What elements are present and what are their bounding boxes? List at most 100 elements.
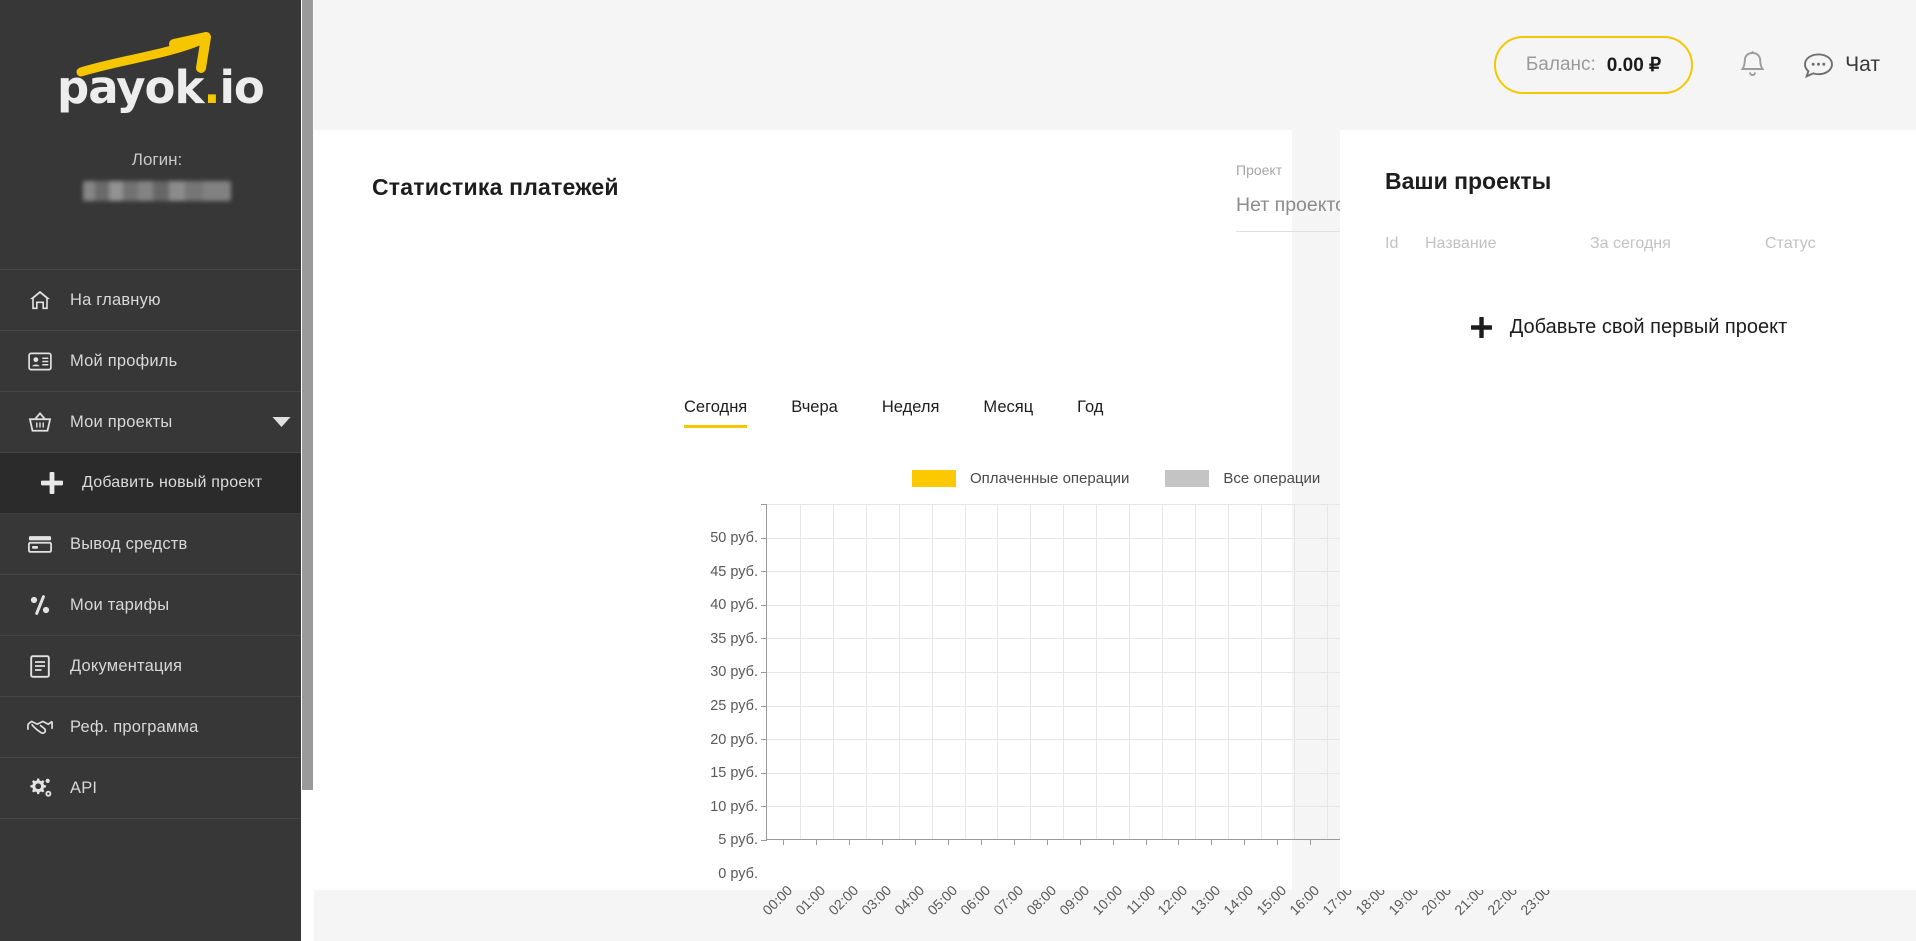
chart-gridline-vertical bbox=[1260, 504, 1262, 839]
handshake-icon bbox=[18, 717, 62, 737]
sidebar-item-withdraw[interactable]: Вывод средств bbox=[0, 514, 314, 575]
chat-button[interactable]: Чат bbox=[1803, 52, 1880, 79]
chart-gridline-vertical bbox=[832, 504, 834, 839]
chart-gridline-vertical bbox=[1293, 504, 1295, 839]
chart-gridline-vertical bbox=[865, 504, 867, 839]
chart-x-tick bbox=[1310, 839, 1312, 845]
tab-year[interactable]: Год bbox=[1077, 398, 1103, 428]
gears-icon bbox=[18, 777, 62, 800]
chart-y-tick-label: 40 руб. bbox=[710, 597, 758, 614]
period-tabs: Сегодня Вчера Неделя Месяц Год bbox=[684, 398, 1147, 428]
balance-badge[interactable]: Баланс: 0.00 ₽ bbox=[1493, 36, 1694, 94]
chevron-down-icon[interactable] bbox=[272, 416, 291, 428]
chart-x-tick bbox=[1277, 839, 1279, 845]
chart-x-tick bbox=[1046, 839, 1048, 845]
sidebar-item-label: API bbox=[70, 778, 98, 797]
projects-table-header: Id Название За сегодня Статус bbox=[1385, 235, 1885, 253]
home-icon bbox=[18, 290, 62, 310]
chart-x-tick bbox=[948, 839, 950, 845]
logo-text: payok.io bbox=[57, 61, 265, 114]
tab-month[interactable]: Месяц bbox=[983, 398, 1033, 428]
chart-gridline-vertical bbox=[997, 504, 999, 839]
card-icon bbox=[18, 535, 62, 553]
sidebar-item-projects[interactable]: Мои проекты bbox=[0, 392, 314, 453]
chart-y-tick-label: 20 руб. bbox=[710, 731, 758, 748]
chart-gridline-vertical bbox=[1162, 504, 1163, 839]
chart-x-tick bbox=[915, 839, 917, 845]
page-title: Статистика платежей bbox=[372, 174, 619, 200]
chart-gridline-vertical bbox=[898, 504, 900, 839]
sidebar-item-referral[interactable]: Реф. программа bbox=[0, 697, 314, 758]
chat-bubble-icon bbox=[1803, 52, 1834, 79]
chart-y-tick bbox=[761, 772, 767, 774]
tab-today[interactable]: Сегодня bbox=[684, 398, 748, 428]
sidebar-item-label: Документация bbox=[70, 656, 183, 675]
balance-value: 0.00 ₽ bbox=[1606, 54, 1662, 76]
login-caption: Логин: bbox=[131, 150, 183, 169]
tab-yesterday[interactable]: Вчера bbox=[791, 398, 838, 428]
chart-gridline-vertical bbox=[1096, 504, 1098, 839]
chart-y-tick-label: 25 руб. bbox=[710, 698, 758, 714]
payment-stats-card: Статистика платежей Проект Нет проектов … bbox=[314, 130, 1556, 918]
sidebar-item-tariffs[interactable]: Мои тарифы bbox=[0, 575, 314, 636]
chart-y-tick bbox=[761, 537, 767, 539]
chat-label: Чат bbox=[1845, 53, 1880, 76]
column-header-name: Название bbox=[1425, 235, 1497, 252]
sidebar-scrollbar-track[interactable] bbox=[301, 0, 314, 941]
login-value-masked bbox=[83, 181, 231, 201]
projects-title: Ваши проекты bbox=[1385, 168, 1552, 194]
sidebar: payok.io Логин: На главную Мой профиль М… bbox=[0, 0, 314, 941]
legend-label: Все операции bbox=[1223, 470, 1321, 487]
chart-y-tick-label: 15 руб. bbox=[710, 765, 758, 782]
chart-y-tick bbox=[761, 806, 767, 808]
book-icon bbox=[18, 654, 62, 678]
app-root: payok.io Логин: На главную Мой профиль М… bbox=[0, 0, 1916, 941]
plus-icon bbox=[30, 470, 74, 496]
chart-gridline-vertical bbox=[1194, 504, 1196, 839]
chart-gridline-vertical bbox=[799, 504, 801, 839]
chart-y-tick bbox=[761, 638, 767, 640]
legend-swatch-all bbox=[1165, 470, 1210, 487]
chart-x-tick bbox=[980, 839, 982, 845]
chart-x-tick bbox=[1244, 839, 1246, 845]
percent-icon bbox=[18, 595, 62, 615]
chart-gridline-vertical bbox=[1227, 504, 1229, 839]
chart-y-tick bbox=[761, 604, 767, 606]
sidebar-scrollbar-thumb[interactable] bbox=[302, 0, 313, 790]
chart-gridline-vertical bbox=[1129, 504, 1131, 839]
chart-y-tick-label: 0 руб. bbox=[718, 866, 758, 882]
legend-swatch-paid bbox=[912, 470, 956, 487]
chart-x-tick bbox=[1013, 839, 1015, 845]
balance-label: Баланс: bbox=[1525, 54, 1596, 75]
tab-week[interactable]: Неделя bbox=[882, 398, 940, 428]
sidebar-item-label: Мои проекты bbox=[70, 412, 173, 431]
sidebar-item-label: Мой профиль bbox=[70, 351, 178, 370]
chart-y-tick bbox=[761, 672, 767, 673]
chart-x-tick bbox=[1145, 839, 1147, 845]
sidebar-item-profile[interactable]: Мой профиль bbox=[0, 331, 314, 392]
sidebar-item-label: Реф. программа bbox=[70, 717, 199, 736]
sidebar-item-add-project[interactable]: Добавить новый проект bbox=[0, 453, 314, 514]
chart-x-tick bbox=[882, 839, 884, 845]
notifications-button[interactable] bbox=[1731, 44, 1773, 86]
logo-word: payok bbox=[57, 61, 204, 114]
chart-gridline-vertical bbox=[1030, 504, 1032, 839]
sidebar-item-label: Добавить новый проект bbox=[82, 474, 263, 491]
chart-y-tick-label: 45 руб. bbox=[710, 563, 758, 580]
chart-gridline-vertical bbox=[1326, 504, 1328, 839]
sidebar-item-api[interactable]: API bbox=[0, 758, 314, 819]
chart-y-tick-label: 30 руб. bbox=[710, 664, 758, 681]
chart-y-axis: 0 руб. 5 руб. 10 руб. 15 руб. 20 руб. 25 руб.… bbox=[684, 504, 766, 882]
sidebar-scroll-content: payok.io Логин: На главную Мой профиль М… bbox=[0, 0, 314, 941]
project-select-value: Нет проектов bbox=[1236, 194, 1357, 216]
add-first-project-button[interactable]: Добавьте свой первый проект bbox=[1340, 315, 1916, 340]
column-header-status: Статус bbox=[1765, 235, 1816, 252]
chart-y-tick bbox=[761, 840, 767, 841]
sidebar-item-label: Вывод средств bbox=[70, 534, 188, 553]
logo[interactable]: payok.io bbox=[57, 28, 265, 120]
bell-icon bbox=[1739, 50, 1766, 80]
sidebar-item-label: Мои тарифы bbox=[70, 595, 170, 614]
sidebar-item-documentation[interactable]: Документация bbox=[0, 636, 314, 697]
sidebar-item-home[interactable]: На главную bbox=[0, 270, 314, 331]
plus-icon bbox=[1469, 315, 1494, 340]
